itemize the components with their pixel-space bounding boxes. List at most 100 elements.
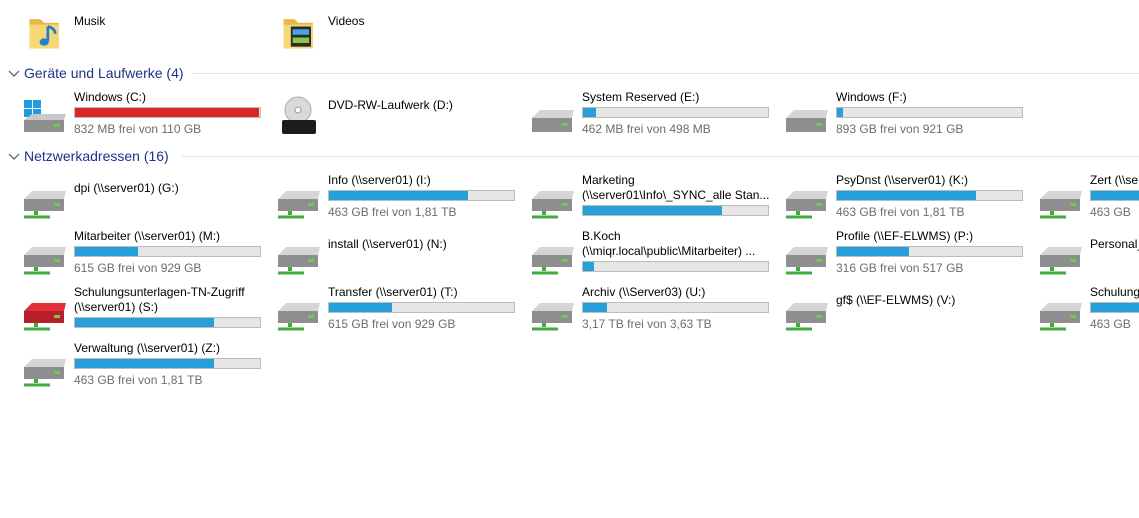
capacity-bar xyxy=(582,261,769,272)
video-folder-icon xyxy=(283,19,313,49)
drive-label: System Reserved (E:) xyxy=(582,90,700,104)
capacity-fill xyxy=(1091,191,1139,200)
capacity-bar xyxy=(582,205,769,216)
folder-musik[interactable]: Musik xyxy=(0,12,250,64)
music-folder-icon xyxy=(29,19,59,49)
network-drive[interactable]: Schulung 463 GB xyxy=(1016,285,1139,337)
group-label: Netzwerkadressen (16) xyxy=(24,148,169,164)
capacity-bar xyxy=(74,358,261,369)
capacity-fill xyxy=(75,247,138,256)
divider xyxy=(182,156,1139,157)
capacity-bar xyxy=(582,302,769,313)
capacity-fill xyxy=(329,191,468,200)
drive-path-label: (\\miqr.local\public\Mitarbeiter) ... xyxy=(582,244,756,258)
capacity-fill xyxy=(583,108,596,117)
folder-label: Musik xyxy=(74,14,106,28)
network-drive-icon xyxy=(786,303,828,331)
dvd-drive-icon xyxy=(282,96,316,134)
network-drive[interactable]: install (\\server01) (N:) xyxy=(254,229,504,281)
network-drive[interactable]: Archiv (\\Server03) (U:) 3,17 TB frei von… xyxy=(508,285,769,337)
free-space-text: 463 GB xyxy=(1090,317,1131,331)
network-drive-icon xyxy=(1040,247,1082,275)
drive-label: Archiv (\\Server03) (U:) xyxy=(582,285,706,299)
capacity-fill xyxy=(75,108,259,117)
network-drive[interactable]: gf$ (\\EF-ELWMS) (V:) xyxy=(762,285,1012,337)
drive-label: Windows (C:) xyxy=(74,90,147,104)
network-drive-icon xyxy=(24,247,66,275)
free-space-text: 615 GB frei von 929 GB xyxy=(74,261,202,275)
capacity-fill xyxy=(837,247,910,256)
group-header-network[interactable]: Netzwerkadressen (16) xyxy=(8,147,1139,165)
capacity-bar xyxy=(1090,190,1139,201)
capacity-fill xyxy=(583,262,595,271)
drive-d[interactable]: DVD-RW-Laufwerk (D:) xyxy=(254,90,504,142)
free-space-text: 463 GB frei von 1,81 TB xyxy=(74,373,203,387)
drive-label: Mitarbeiter (\\server01) (M:) xyxy=(74,229,221,243)
network-drive[interactable]: Info (\\server01) (I:) 463 GB frei von 1,… xyxy=(254,173,515,225)
network-drive[interactable]: Marketing (\\server01\Info\_SYNC_alle Sta… xyxy=(508,173,769,225)
capacity-bar xyxy=(1090,302,1139,313)
network-drive[interactable]: PsyDnst (\\server01) (K:) 463 GB frei von… xyxy=(762,173,1023,225)
network-drive-icon xyxy=(532,303,574,331)
capacity-bar xyxy=(582,107,769,118)
drive-label: Personal_ xyxy=(1090,237,1139,251)
drive-label: install (\\server01) (N:) xyxy=(328,237,447,251)
network-drive[interactable]: Transfer (\\server01) (T:) 615 GB frei vo… xyxy=(254,285,515,337)
drive-label: DVD-RW-Laufwerk (D:) xyxy=(328,98,453,112)
network-drive-icon xyxy=(24,191,66,219)
capacity-bar xyxy=(74,317,261,328)
drive-e[interactable]: System Reserved (E:) 462 MB frei von 498… xyxy=(508,90,769,142)
network-drive-icon xyxy=(24,359,66,387)
drive-c[interactable]: Windows (C:) 832 MB frei von 110 GB xyxy=(0,90,261,142)
chevron-down-icon xyxy=(8,70,20,77)
file-explorer-view: Musik Videos Geräte und Laufwerke (4) Wi… xyxy=(0,0,1139,518)
free-space-text: 463 GB frei von 1,81 TB xyxy=(328,205,457,219)
capacity-fill xyxy=(75,318,214,327)
windows-drive-icon xyxy=(24,100,66,132)
free-space-text: 615 GB frei von 929 GB xyxy=(328,317,456,331)
hard-drive-icon xyxy=(532,110,574,132)
folder-label: Videos xyxy=(328,14,365,28)
free-space-text: 3,17 TB frei von 3,63 TB xyxy=(582,317,712,331)
drive-label: PsyDnst (\\server01) (K:) xyxy=(836,173,969,187)
capacity-fill xyxy=(837,191,976,200)
network-drive-icon xyxy=(786,247,828,275)
capacity-bar xyxy=(328,190,515,201)
drive-f[interactable]: Windows (F:) 893 GB frei von 921 GB xyxy=(762,90,1023,142)
group-header-devices[interactable]: Geräte und Laufwerke (4) xyxy=(8,64,1139,82)
network-drive-icon xyxy=(278,191,320,219)
network-drive-icon xyxy=(532,191,574,219)
network-drive[interactable]: dpi (\\server01) (G:) xyxy=(0,173,250,225)
free-space-text: 893 GB frei von 921 GB xyxy=(836,122,964,136)
network-drive[interactable]: B.Koch (\\miqr.local\public\Mitarbeiter) … xyxy=(508,229,769,281)
capacity-fill xyxy=(329,303,392,312)
network-drive-icon xyxy=(532,247,574,275)
drive-label: B.Koch xyxy=(582,229,621,243)
drive-path-label: (\\server01\Info\_SYNC_alle Stan... xyxy=(582,188,770,202)
drive-label: Verwaltung (\\server01) (Z:) xyxy=(74,341,221,355)
free-space-text: 463 GB frei von 1,81 TB xyxy=(836,205,965,219)
network-drive[interactable]: Profile (\\EF-ELWMS) (P:) 316 GB frei von… xyxy=(762,229,1023,281)
drive-path-label: (\\server01) (S:) xyxy=(74,300,159,314)
network-drive[interactable]: Zert (\\se 463 GB xyxy=(1016,173,1139,225)
network-drive[interactable]: Schulungsunterlagen-TN-Zugriff (\\server0… xyxy=(0,285,261,337)
drive-label: Schulung xyxy=(1090,285,1139,299)
folder-videos[interactable]: Videos xyxy=(254,12,504,64)
capacity-bar xyxy=(836,246,1023,257)
free-space-text: 463 GB xyxy=(1090,205,1131,219)
group-label: Geräte und Laufwerke (4) xyxy=(24,65,184,81)
network-drive[interactable]: Mitarbeiter (\\server01) (M:) 615 GB frei… xyxy=(0,229,261,281)
drive-label: Transfer (\\server01) (T:) xyxy=(328,285,458,299)
network-drive-icon xyxy=(1040,303,1082,331)
network-drive[interactable]: Verwaltung (\\server01) (Z:) 463 GB frei … xyxy=(0,341,261,393)
network-drive[interactable]: Personal_ xyxy=(1016,229,1139,281)
network-drive-icon xyxy=(278,247,320,275)
capacity-bar xyxy=(836,190,1023,201)
divider xyxy=(193,73,1139,74)
capacity-fill xyxy=(1091,303,1139,312)
capacity-fill xyxy=(583,303,608,312)
red-network-drive-icon xyxy=(24,303,66,331)
chevron-down-icon xyxy=(8,153,20,160)
drive-label: Info (\\server01) (I:) xyxy=(328,173,431,187)
drive-label: Marketing xyxy=(582,173,635,187)
